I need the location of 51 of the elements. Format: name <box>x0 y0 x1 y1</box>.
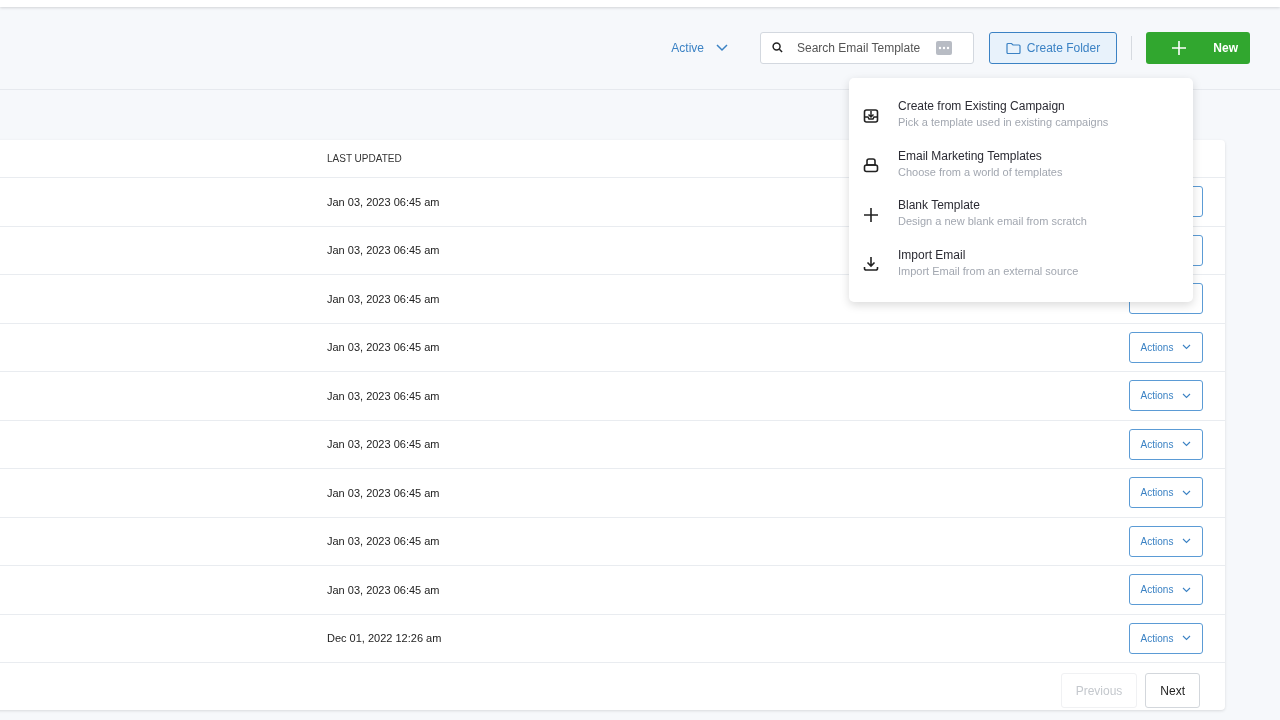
actions-button[interactable]: Actions <box>1129 428 1203 460</box>
table-cell: Jan 03, 2023 06:45 am <box>327 486 440 499</box>
menu-item[interactable]: Blank Template Design a new blank email from scratch <box>849 190 1193 240</box>
folder-icon <box>1005 42 1021 54</box>
menu-item-description: Pick a template used in existing campaigns <box>898 116 1109 129</box>
chevron-down-icon <box>1182 538 1192 544</box>
chevron-down-icon <box>1182 344 1192 350</box>
status-filter[interactable]: Active <box>667 37 732 59</box>
actions-button[interactable]: Actions <box>1129 477 1203 508</box>
chevron-down-icon <box>1182 392 1192 399</box>
actions-button[interactable]: Actions <box>1129 622 1203 654</box>
table-cell: Jan 03, 2023 06:45 am <box>327 244 440 257</box>
menu-item-description: Design a new blank email from scratch <box>898 215 1087 228</box>
menu-item-title: Email Marketing Templates <box>898 148 1043 163</box>
menu-item-description: Choose from a world of templates <box>898 165 1063 178</box>
create-folder-button[interactable]: Create Folder <box>989 32 1117 64</box>
download-icon <box>863 256 879 273</box>
plus-icon <box>863 206 879 223</box>
chevron-down-icon <box>1182 489 1192 496</box>
actions-button[interactable]: Actions <box>1129 525 1203 557</box>
menu-item-description: Import Email from an external source <box>898 264 1079 277</box>
menu-item-title: Blank Template <box>898 198 981 213</box>
search-icon <box>772 42 783 53</box>
menu-item[interactable]: Import Email Import Email from an external source <box>849 239 1193 289</box>
actions-button[interactable]: Actions <box>1129 331 1203 363</box>
table-cell: Jan 03, 2023 06:45 am <box>327 438 440 451</box>
chevron-down-icon <box>1182 586 1192 593</box>
menu-item[interactable]: Email Marketing Templates Choose from a world of templates <box>849 140 1193 190</box>
plus-icon <box>1172 41 1186 55</box>
column-header: LAST UPDATED <box>327 153 402 164</box>
chevron-down-icon <box>1182 635 1192 641</box>
search-field[interactable]: Search Email Template <box>760 32 974 64</box>
menu-item-title: Import Email <box>898 247 967 262</box>
actions-button[interactable]: Actions <box>1129 574 1203 605</box>
table-cell: Jan 03, 2023 06:45 am <box>327 292 440 305</box>
table-cell: Jan 03, 2023 06:45 am <box>327 583 440 596</box>
table-cell: Dec 01, 2022 12:26 am <box>327 632 442 645</box>
table-cell: Jan 03, 2023 06:45 am <box>327 535 440 548</box>
new-button[interactable]: New <box>1146 32 1250 64</box>
stack-icon <box>863 157 879 174</box>
menu-item[interactable]: Create from Existing Campaign Pick a template used in existing campaigns <box>849 91 1193 141</box>
menu-item-title: Create from Existing Campaign <box>898 99 1066 114</box>
table-cell: Jan 03, 2023 06:45 am <box>327 389 440 402</box>
actions-button[interactable]: Actions <box>1129 380 1203 411</box>
tray-download-icon <box>863 107 879 124</box>
password-manager-icon[interactable] <box>936 41 952 55</box>
chevron-down-icon <box>716 44 728 52</box>
chevron-down-icon <box>1182 441 1192 447</box>
table-cell: Jan 03, 2023 06:45 am <box>327 195 440 208</box>
table-cell: Jan 03, 2023 06:45 am <box>327 341 440 354</box>
next-button[interactable]: Next <box>1145 673 1200 708</box>
